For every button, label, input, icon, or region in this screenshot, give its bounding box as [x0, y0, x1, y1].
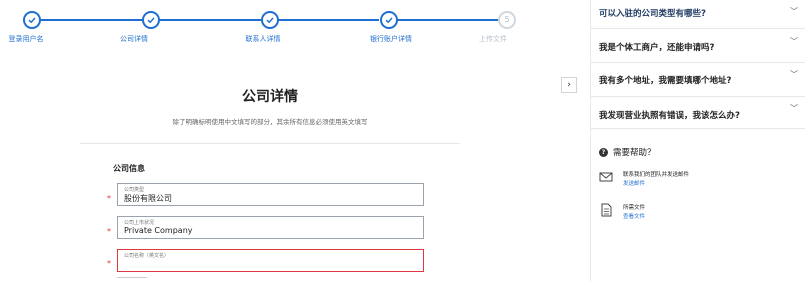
faq-question: 我是个体工商户，还能申请吗?	[599, 43, 715, 53]
required-mark: *	[107, 227, 111, 236]
step-3-done-icon[interactable]	[261, 11, 279, 29]
panel-toggle-button[interactable]: ›	[561, 77, 577, 93]
send-email-link[interactable]: 发送邮件	[623, 179, 689, 187]
check-icon	[266, 17, 274, 24]
step-2-done-icon[interactable]	[142, 11, 160, 29]
view-documents-link[interactable]: 查看文件	[623, 212, 645, 220]
faq-item[interactable]: 我发现营业执照有错误，我该怎么办? ﹀	[591, 97, 805, 129]
page: 5 登录用户名 公司详情 联系人详情 银行账户详情 上传文件 公司详情 除了明确…	[0, 0, 805, 281]
listing-status-select[interactable]: 公司上市状况 Private Company	[117, 216, 424, 239]
help-panel: 可以入驻的公司类型有哪些? ﹀ 我是个体工商户，还能申请吗? ﹀ 我有多个地址，…	[590, 0, 805, 281]
divider	[80, 143, 460, 144]
faq-question: 我有多个地址，我需要填哪个地址?	[599, 76, 732, 86]
step-label-upload: 上传文件	[479, 35, 507, 43]
chevron-right-icon: ›	[567, 80, 571, 90]
faq-item[interactable]: 可以入驻的公司类型有哪些? ﹀	[591, 0, 805, 29]
step-label-contact[interactable]: 联系人详情	[246, 34, 281, 44]
next-field-peek	[117, 277, 147, 281]
step-connector	[394, 19, 498, 21]
field-label: 公司上市状况	[124, 220, 155, 226]
question-icon: ?	[599, 147, 608, 157]
document-icon	[601, 203, 612, 217]
step-5-pending: 5	[498, 11, 516, 29]
field-label: 公司类型	[124, 187, 145, 193]
faq-item[interactable]: 我是个体工商户，还能申请吗? ﹀	[591, 29, 805, 63]
progress-stepper: 5 登录用户名 公司详情 联系人详情 银行账户详情 上传文件	[0, 0, 560, 50]
check-icon	[28, 17, 36, 24]
mail-icon	[599, 172, 613, 182]
step-1-done-icon[interactable]	[23, 11, 41, 29]
field-label: 公司名称（英文名）	[124, 253, 170, 259]
help-docs-text: 所需文件	[623, 205, 646, 211]
step-label-login[interactable]: 登录用户名	[9, 34, 44, 44]
chevron-down-icon: ﹀	[790, 7, 798, 16]
chevron-down-icon: ﹀	[790, 37, 798, 46]
step-connector	[33, 19, 145, 21]
page-subtitle: 除了明确标明使用中文填写的部分，其余所有信息必须使用英文填写	[172, 118, 368, 126]
check-icon	[147, 17, 155, 24]
field-value: Private Company	[124, 226, 193, 235]
help-email-text: 联系我们的团队并发送邮件	[623, 172, 690, 178]
step-number: 5	[504, 15, 510, 24]
section-label-company-info: 公司信息	[113, 164, 145, 173]
check-icon	[385, 17, 393, 24]
faq-item[interactable]: 我有多个地址，我需要填哪个地址? ﹀	[591, 63, 805, 97]
page-title: 公司详情	[242, 89, 298, 105]
help-email-item: 联系我们的团队并发送邮件 发送邮件	[599, 170, 689, 187]
required-mark: *	[107, 259, 111, 268]
step-label-bank[interactable]: 银行账户详情	[370, 34, 412, 44]
help-heading-text: 需要帮助？	[613, 148, 656, 158]
field-value: 股份有限公司	[124, 194, 172, 203]
step-connector	[154, 19, 261, 21]
required-mark: *	[107, 194, 111, 203]
step-4-done-icon[interactable]	[380, 11, 398, 29]
company-name-english-input[interactable]: 公司名称（英文名）	[117, 249, 424, 272]
company-type-select[interactable]: 公司类型 股份有限公司	[117, 183, 424, 206]
chevron-down-icon: ﹀	[790, 70, 798, 79]
step-connector	[275, 19, 379, 21]
faq-question: 我发现营业执照有错误，我该怎么办?	[599, 111, 740, 121]
help-heading: ? 需要帮助？	[599, 146, 656, 158]
chevron-down-icon: ﹀	[790, 104, 798, 113]
help-docs-item: 所需文件 查看文件	[599, 203, 645, 220]
faq-question: 可以入驻的公司类型有哪些?	[599, 9, 706, 19]
step-label-company[interactable]: 公司详情	[120, 34, 148, 44]
